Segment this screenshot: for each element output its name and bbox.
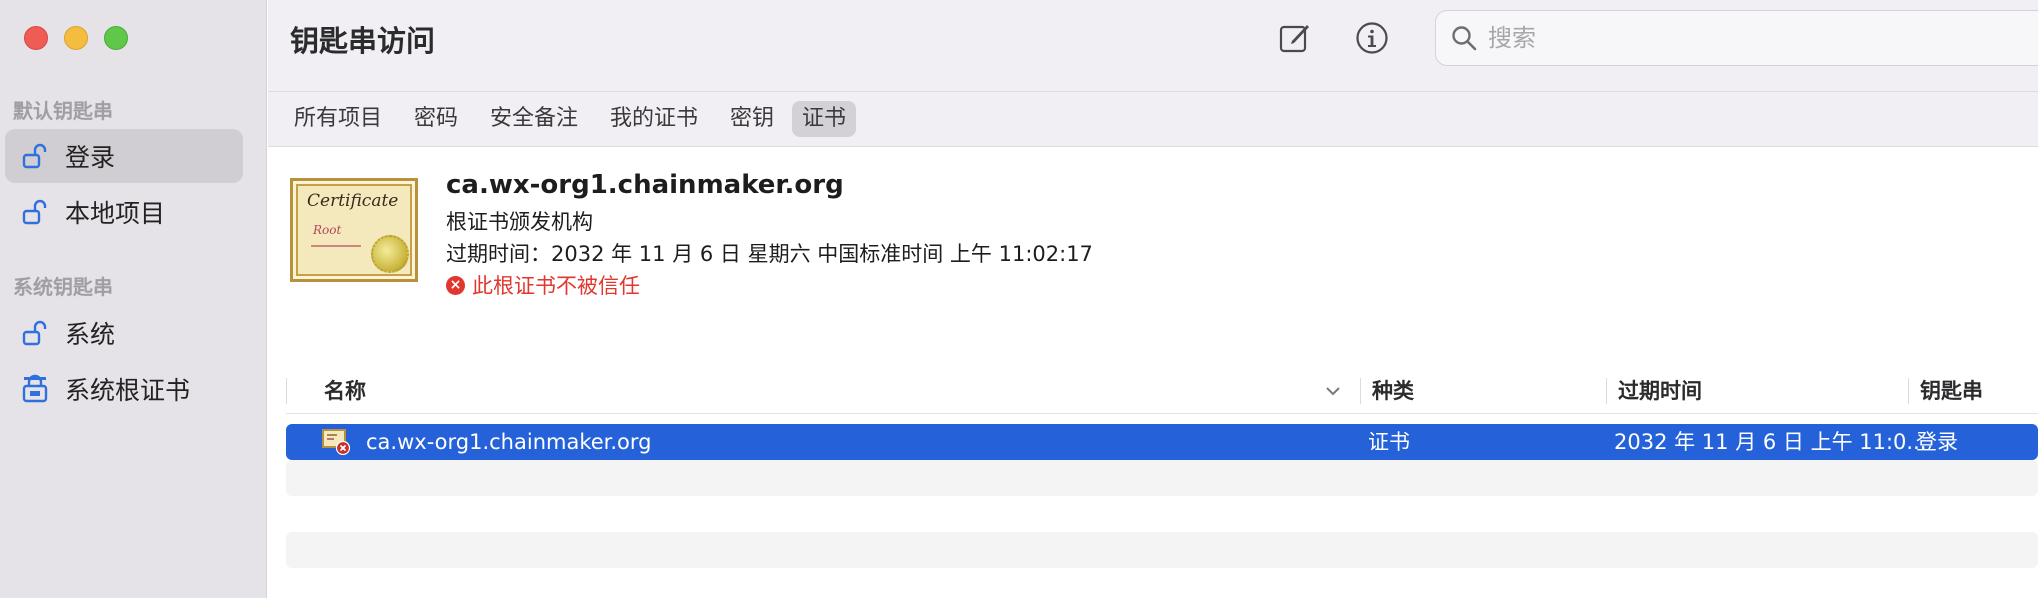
unlocked-icon <box>22 199 47 225</box>
trust-warning-text: 此根证书不被信任 <box>472 274 640 298</box>
column-header-name[interactable]: 名称 <box>324 368 366 414</box>
empty-table-row <box>286 496 2038 532</box>
sidebar-section-default-keychains: 默认钥匙串 <box>13 99 113 123</box>
tab-my-certificates[interactable]: 我的证书 <box>600 101 708 137</box>
window-controls <box>24 26 128 50</box>
sidebar-item-login[interactable]: 登录 <box>5 129 243 183</box>
column-divider[interactable] <box>1908 378 1909 404</box>
certificate-icon-flourish <box>311 245 361 247</box>
tab-certificates[interactable]: 证书 <box>792 101 857 137</box>
column-header-keychain[interactable]: 钥匙串 <box>1920 368 1983 414</box>
category-tabs: 所有项目 密码 安全备注 我的证书 密钥 证书 <box>268 91 2038 147</box>
locked-icon <box>22 374 48 403</box>
close-window-button[interactable] <box>24 26 48 50</box>
compose-icon <box>1279 25 1309 53</box>
toolbar: 钥匙串访问 <box>268 0 2038 91</box>
tab-passwords[interactable]: 密码 <box>404 101 468 137</box>
search-input[interactable] <box>1488 24 1888 52</box>
chevron-down-icon[interactable] <box>1324 377 1342 405</box>
sidebar-section-system-keychains: 系统钥匙串 <box>13 275 113 299</box>
search-field[interactable] <box>1435 10 2038 66</box>
zoom-window-button[interactable] <box>104 26 128 50</box>
search-icon <box>1452 26 1477 51</box>
minimize-window-button[interactable] <box>64 26 88 50</box>
sidebar-item-local-items[interactable]: 本地项目 <box>5 185 243 239</box>
compose-button[interactable] <box>1273 16 1317 60</box>
info-button[interactable] <box>1350 16 1394 60</box>
info-icon <box>1356 22 1388 54</box>
cell-expires: 2032 年 11 月 6 日 上午 11:0... <box>1614 430 1927 454</box>
column-header-expires[interactable]: 过期时间 <box>1618 368 1702 414</box>
window-title: 钥匙串访问 <box>290 24 436 58</box>
tab-secure-notes[interactable]: 安全备注 <box>480 101 588 137</box>
trust-warning: × 此根证书不被信任 <box>446 270 640 300</box>
table-header: 名称 种类 过期时间 钥匙串 <box>286 368 2038 414</box>
certificate-icon: Certificate Root <box>290 178 418 282</box>
detail-pane: Certificate Root ca.wx-org1.chainmaker.o… <box>268 148 2038 368</box>
table-row[interactable]: ca.wx-org1.chainmaker.org 证书 2032 年 11 月… <box>286 424 2038 460</box>
tab-keys[interactable]: 密钥 <box>720 101 784 137</box>
sidebar-item-system[interactable]: 系统 <box>5 306 243 360</box>
sidebar-item-label: 系统根证书 <box>65 376 191 405</box>
certificate-kind: 根证书颁发机构 <box>446 210 593 234</box>
tab-all-items[interactable]: 所有项目 <box>284 101 392 137</box>
sidebar-item-label: 系统 <box>65 320 116 349</box>
certificate-name: ca.wx-org1.chainmaker.org <box>446 170 844 200</box>
unlocked-icon <box>22 320 47 346</box>
empty-table-row <box>286 460 2038 496</box>
sidebar-item-label: 本地项目 <box>65 199 166 228</box>
cell-keychain: 登录 <box>1916 430 1958 454</box>
cell-kind: 证书 <box>1368 430 1410 454</box>
certificate-icon-title: Certificate <box>307 191 399 211</box>
column-divider <box>286 378 287 404</box>
sidebar: 默认钥匙串 登录 本地项目 系统钥匙串 系统 系统根证书 <box>0 0 267 598</box>
empty-table-row <box>286 532 2038 568</box>
column-header-kind[interactable]: 种类 <box>1372 368 1414 414</box>
unlocked-icon <box>22 143 47 169</box>
column-divider[interactable] <box>1360 378 1361 404</box>
column-divider[interactable] <box>1606 378 1607 404</box>
certificate-icon-subtitle: Root <box>313 223 342 237</box>
error-icon: × <box>446 275 465 295</box>
sidebar-item-system-roots[interactable]: 系统根证书 <box>5 362 243 416</box>
cell-name: ca.wx-org1.chainmaker.org <box>366 430 652 454</box>
certificate-seal <box>371 235 409 273</box>
untrusted-certificate-icon <box>322 429 350 455</box>
sidebar-item-label: 登录 <box>65 143 116 172</box>
certificate-expiry: 过期时间：2032 年 11 月 6 日 星期六 中国标准时间 上午 11:02… <box>446 242 1093 266</box>
